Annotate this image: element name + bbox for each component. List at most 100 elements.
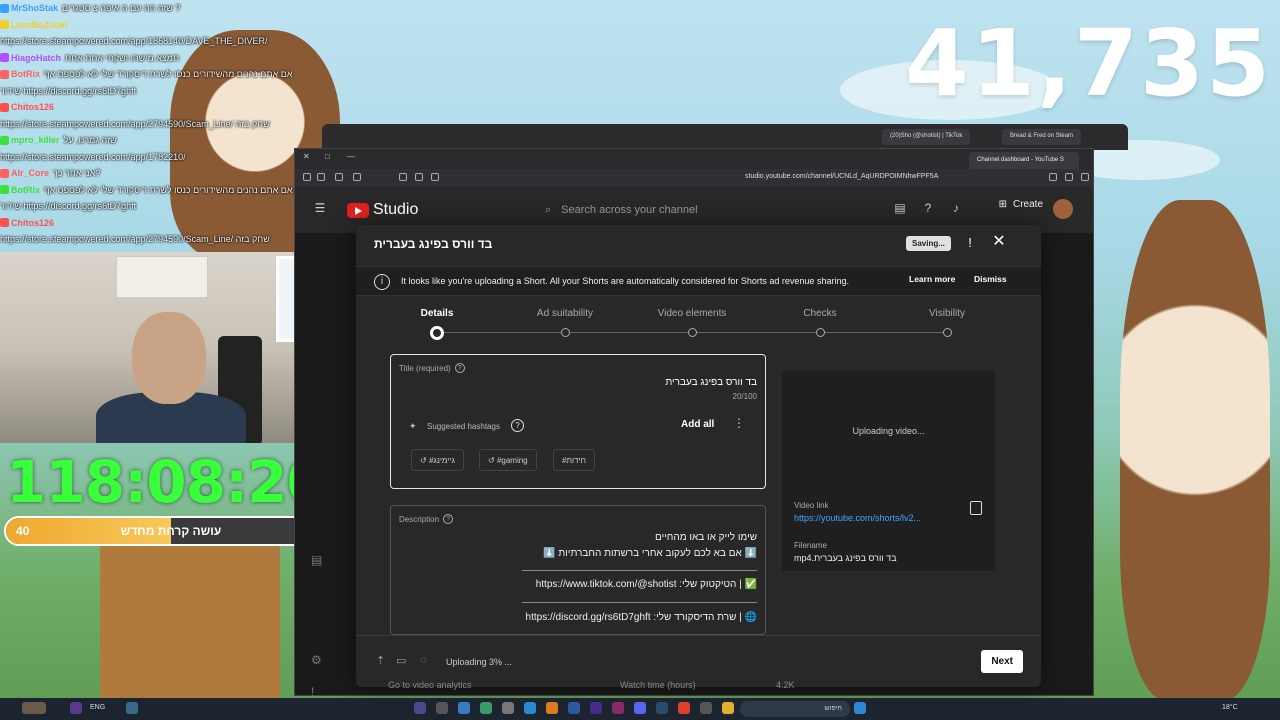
notifications-icon[interactable]: ♪ [949, 201, 963, 215]
step-label[interactable]: Checks [760, 308, 880, 319]
step-dot[interactable] [430, 326, 444, 340]
app-icon[interactable] [480, 702, 492, 714]
watch-time-value: 4.2K [776, 680, 795, 690]
step-label[interactable]: Details [377, 308, 497, 319]
chat-badge-icon [0, 102, 9, 112]
chat-message: https://store.steampowered.com/app/17822… [0, 149, 340, 166]
filename-label: Filename [794, 541, 827, 550]
help-icon[interactable]: ? [454, 363, 465, 373]
close-icon[interactable]: ✕ [990, 233, 1008, 251]
app-icon[interactable] [436, 702, 448, 714]
studio-search-input[interactable]: ⌕ Search across your channel [545, 197, 845, 223]
learn-more-button[interactable]: Learn more [909, 274, 955, 284]
next-button[interactable]: Next [981, 650, 1023, 673]
chat-link[interactable]: https://store.steampowered.com/app/17822… [0, 152, 186, 162]
address-bar[interactable]: studio.youtube.com/channel/UCNLd_AqURDPO… [745, 173, 938, 180]
copy-icon[interactable] [970, 501, 982, 515]
hashtag-chip[interactable]: #חידות [553, 449, 595, 471]
add-all-button[interactable]: Add all [675, 416, 720, 433]
title-field[interactable]: Title (required) ? בד וורס בפינג בעברית … [390, 354, 766, 489]
studio-logo[interactable]: Studio [347, 201, 418, 219]
shield-icon[interactable] [317, 173, 325, 181]
step-dot[interactable] [688, 328, 697, 337]
hashtag-chip-label: #gaming [496, 456, 528, 465]
settings-icon[interactable]: ⚙ [311, 653, 325, 667]
title-input[interactable]: בד וורס בפינג בעברית [665, 377, 757, 388]
follower-counter: 41,735 [904, 10, 1272, 117]
step-label[interactable]: Video elements [632, 308, 752, 319]
app-icon[interactable] [524, 702, 536, 714]
description-label-row: Description ? [399, 514, 454, 524]
help-icon[interactable]: ? [921, 201, 935, 215]
puzzle-icon[interactable] [415, 173, 423, 181]
language-indicator[interactable]: ENG [90, 704, 105, 711]
chat-link[interactable]: שידור https://discord.gg/rs6tD7ghft [0, 201, 136, 211]
app-icon[interactable] [502, 702, 514, 714]
app-icon[interactable] [70, 702, 82, 714]
app-icon[interactable] [700, 702, 712, 714]
create-icon: ⊞ [998, 199, 1007, 210]
windows-start-icon[interactable] [854, 702, 866, 714]
chat-link[interactable]: https://store.steampowered.com/app/27945… [0, 234, 270, 244]
suggested-hashtags-label: Suggested hashtags [427, 422, 500, 431]
chat-badge-icon [0, 20, 9, 30]
help-icon[interactable]: ? [443, 514, 454, 524]
app-icon[interactable] [568, 702, 580, 714]
video-analytics-link[interactable]: Go to video analytics [388, 680, 472, 690]
close-icon[interactable]: ✕ [303, 152, 310, 161]
description-line: 🌐 | שרת הדיסקורד שלי: https://discord.gg… [525, 612, 757, 623]
step-label[interactable]: Ad suitability [505, 308, 625, 319]
minimize-icon[interactable]: — [347, 152, 355, 161]
menu-icon[interactable] [303, 173, 311, 181]
wallet-icon[interactable] [431, 173, 439, 181]
chat-link[interactable]: https://store.steampowered.com/app/18681… [0, 36, 267, 46]
reader-icon[interactable] [399, 173, 407, 181]
create-button[interactable]: ⊞ Create [999, 199, 1043, 210]
back-tab-steam[interactable]: Bread & Fred on Steam [1002, 129, 1082, 145]
chat-badge-icon [0, 69, 9, 79]
app-icon[interactable] [590, 702, 602, 714]
subtitles-icon[interactable]: ▤ [893, 201, 907, 215]
feedback-icon[interactable]: ! [311, 685, 325, 699]
app-icon[interactable] [612, 702, 624, 714]
extension-icon[interactable] [335, 173, 343, 181]
app-icon[interactable] [126, 702, 138, 714]
hamburger-icon[interactable]: ☰ [313, 201, 327, 215]
upload-icon: ⇡ [376, 655, 386, 667]
help-icon[interactable]: ? [511, 419, 524, 432]
description-separator [522, 602, 757, 603]
app-icon[interactable] [414, 702, 426, 714]
back-icon[interactable] [1065, 173, 1073, 181]
step-dot[interactable] [561, 328, 570, 337]
chat-link[interactable]: שידור https://discord.gg/rs6tD7ghft [0, 86, 136, 96]
description-field[interactable]: Description ? שימו לייק או באו מהחיים ⬇️… [390, 505, 766, 635]
avatar[interactable] [1053, 199, 1073, 219]
more-vert-icon[interactable]: ⋮ [733, 416, 745, 430]
music-icon[interactable] [353, 173, 361, 181]
maximize-icon[interactable]: □ [325, 152, 330, 161]
brave-icon[interactable] [678, 702, 690, 714]
feedback-icon[interactable]: ! [962, 235, 978, 251]
app-icon[interactable] [546, 702, 558, 714]
app-icon[interactable] [458, 702, 470, 714]
taskbar-search[interactable]: חיפוש [740, 701, 850, 717]
app-icon[interactable] [656, 702, 668, 714]
tab-channel-dashboard[interactable]: Channel dashboard - YouTube S [969, 152, 1079, 169]
hashtag-chip[interactable]: ↺ #gaming [479, 449, 537, 471]
folder-icon[interactable] [722, 702, 734, 714]
forward-icon[interactable] [1081, 173, 1089, 181]
chat-message: שידור https://discord.gg/rs6tD7ghft [0, 198, 340, 215]
video-link[interactable]: https://youtube.com/shorts/lv2... [794, 513, 921, 523]
app-thumbnail-icon[interactable] [22, 702, 46, 714]
discord-icon[interactable] [634, 702, 646, 714]
step-dot[interactable] [943, 328, 952, 337]
sidebar-icon[interactable]: ▤ [311, 553, 325, 567]
reload-icon[interactable] [1049, 173, 1057, 181]
hashtag-chip[interactable]: ↺ #גיימינג [411, 449, 464, 471]
step-dot[interactable] [816, 328, 825, 337]
back-tab-tiktok[interactable]: (20)Sho (@shotist) | TikTok [882, 129, 971, 145]
chat-message: MrShoStak שזה הה עם ה איפה צ סטגרים ? [0, 0, 340, 17]
chat-link[interactable]: https://store.steampowered.com/app/27945… [0, 119, 270, 129]
step-label[interactable]: Visibility [887, 308, 1007, 319]
dismiss-button[interactable]: Dismiss [974, 274, 1007, 284]
